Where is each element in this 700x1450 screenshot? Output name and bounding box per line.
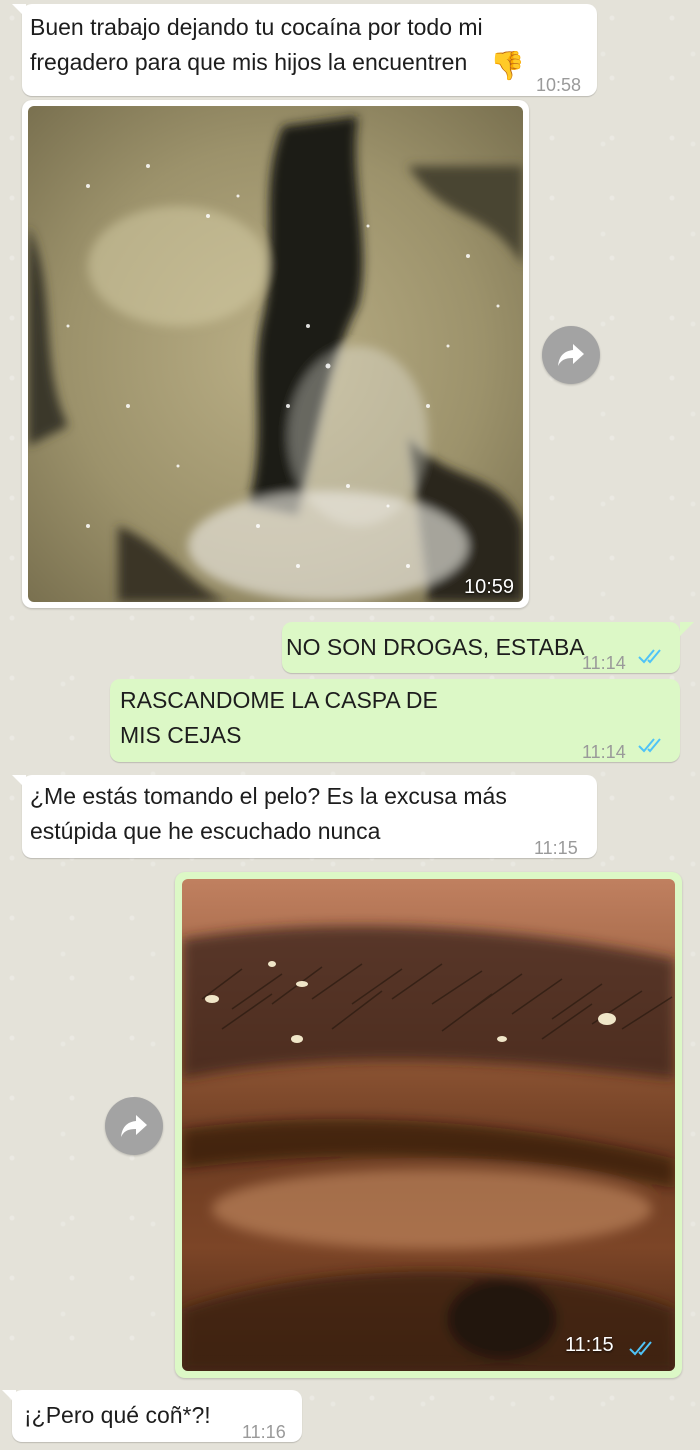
message-time: 10:58 — [536, 75, 582, 95]
message-bubble-outgoing[interactable]: RASCANDOME LA CASPA DE MIS CEJAS 11:14 — [110, 679, 680, 762]
message-text: RASCANDOME LA CASPA DE MIS CEJAS — [120, 687, 438, 748]
message-time: 11:16 — [242, 1422, 286, 1442]
bubble-tail — [12, 4, 26, 18]
bubble-tail — [2, 1390, 16, 1404]
message-time: 11:15 — [534, 838, 578, 858]
bubble-tail — [12, 775, 26, 789]
message-bubble-incoming[interactable]: Buen trabajo dejando tu cocaína por todo… — [22, 4, 597, 96]
message-text: Buen trabajo dejando tu cocaína por todo… — [30, 14, 483, 75]
bubble-tail — [680, 622, 694, 636]
marble-countertop-image[interactable] — [28, 106, 523, 602]
double-check-icon — [638, 738, 661, 753]
message-bubble-incoming[interactable]: ¿Me estás tomando el pelo? Es la excusa … — [22, 775, 597, 858]
forward-arrow-icon — [121, 1115, 147, 1137]
eyebrow-closeup-image[interactable] — [182, 879, 675, 1371]
image-time: 11:15 — [565, 1334, 614, 1356]
message-text: ¿Me estás tomando el pelo? Es la excusa … — [30, 783, 507, 844]
forward-button[interactable] — [542, 326, 600, 384]
forward-arrow-icon — [558, 344, 584, 366]
message-text: ¡¿Pero qué coñ*?! — [24, 1402, 211, 1428]
message-text: NO SON DROGAS, ESTABA — [286, 634, 585, 660]
double-check-icon — [638, 649, 661, 664]
thumbs-down-icon: 👎 — [490, 50, 525, 81]
message-time: 11:14 — [582, 653, 626, 673]
forward-button[interactable] — [105, 1097, 163, 1155]
image-message-incoming[interactable]: 10:59 — [22, 100, 529, 608]
message-time: 11:14 — [582, 742, 626, 762]
image-message-outgoing[interactable]: 11:15 — [175, 872, 682, 1378]
double-check-icon — [629, 1341, 652, 1356]
message-bubble-outgoing[interactable]: NO SON DROGAS, ESTABA 11:14 — [282, 622, 680, 673]
image-time: 10:59 — [464, 576, 515, 598]
message-bubble-incoming[interactable]: ¡¿Pero qué coñ*?! 11:16 — [12, 1390, 302, 1442]
